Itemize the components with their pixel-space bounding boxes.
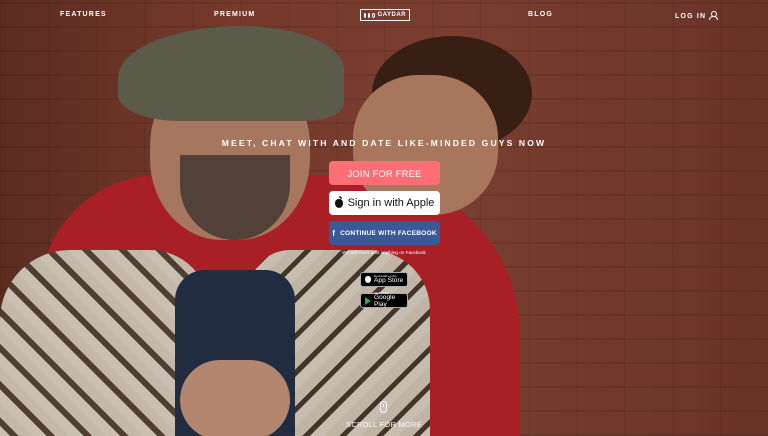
nav-premium-link[interactable]: PREMIUM [214,11,255,18]
user-icon [709,11,719,20]
logo-dot-icon [364,12,366,18]
nav-login-link[interactable]: LOG IN [675,11,719,20]
login-label: LOG IN [675,13,707,20]
join-for-free-button[interactable]: JOIN FOR FREE [329,161,440,185]
hero-background-photo [0,0,768,436]
apple-icon [365,276,371,283]
app-store-badge[interactable]: Download on the App Store [360,272,408,287]
nav-features-link[interactable]: FEATURES [60,11,107,18]
top-nav: FEATURES PREMIUM GAYDAR BLOG LOG IN [0,0,768,30]
google-play-badge[interactable]: GET IT ON Google Play [360,292,408,308]
google-play-big-text: Google Play [374,294,396,308]
apple-label: Sign in with Apple [347,197,435,209]
logo-dot-icon [367,12,370,18]
scroll-mouse-icon[interactable] [380,401,387,413]
sign-in-with-apple-button[interactable]: Sign in with Apple [329,191,440,215]
facebook-label: CONTINUE WITH FACEBOOK [340,229,437,237]
facebook-icon: f [332,228,336,238]
apple-icon [334,195,343,208]
gaydar-logo[interactable]: GAYDAR [360,9,410,21]
scroll-for-more-label[interactable]: SCROLL FOR MORE [0,420,768,429]
google-play-icon [365,296,371,305]
continue-with-facebook-button[interactable]: f CONTINUE WITH FACEBOOK [329,221,440,245]
logo-text: GAYDAR [377,12,406,18]
photo-overlay [0,0,768,436]
nav-blog-link[interactable]: BLOG [528,11,553,18]
hero-tagline: MEET, CHAT WITH AND DATE LIKE-MINDED GUY… [221,138,547,148]
join-label: JOIN FOR FREE [347,167,422,179]
app-store-big-text: App Store [374,276,404,284]
facebook-privacy-note: We will never post anything on Facebook [342,250,426,255]
logo-ring-icon [371,12,375,18]
